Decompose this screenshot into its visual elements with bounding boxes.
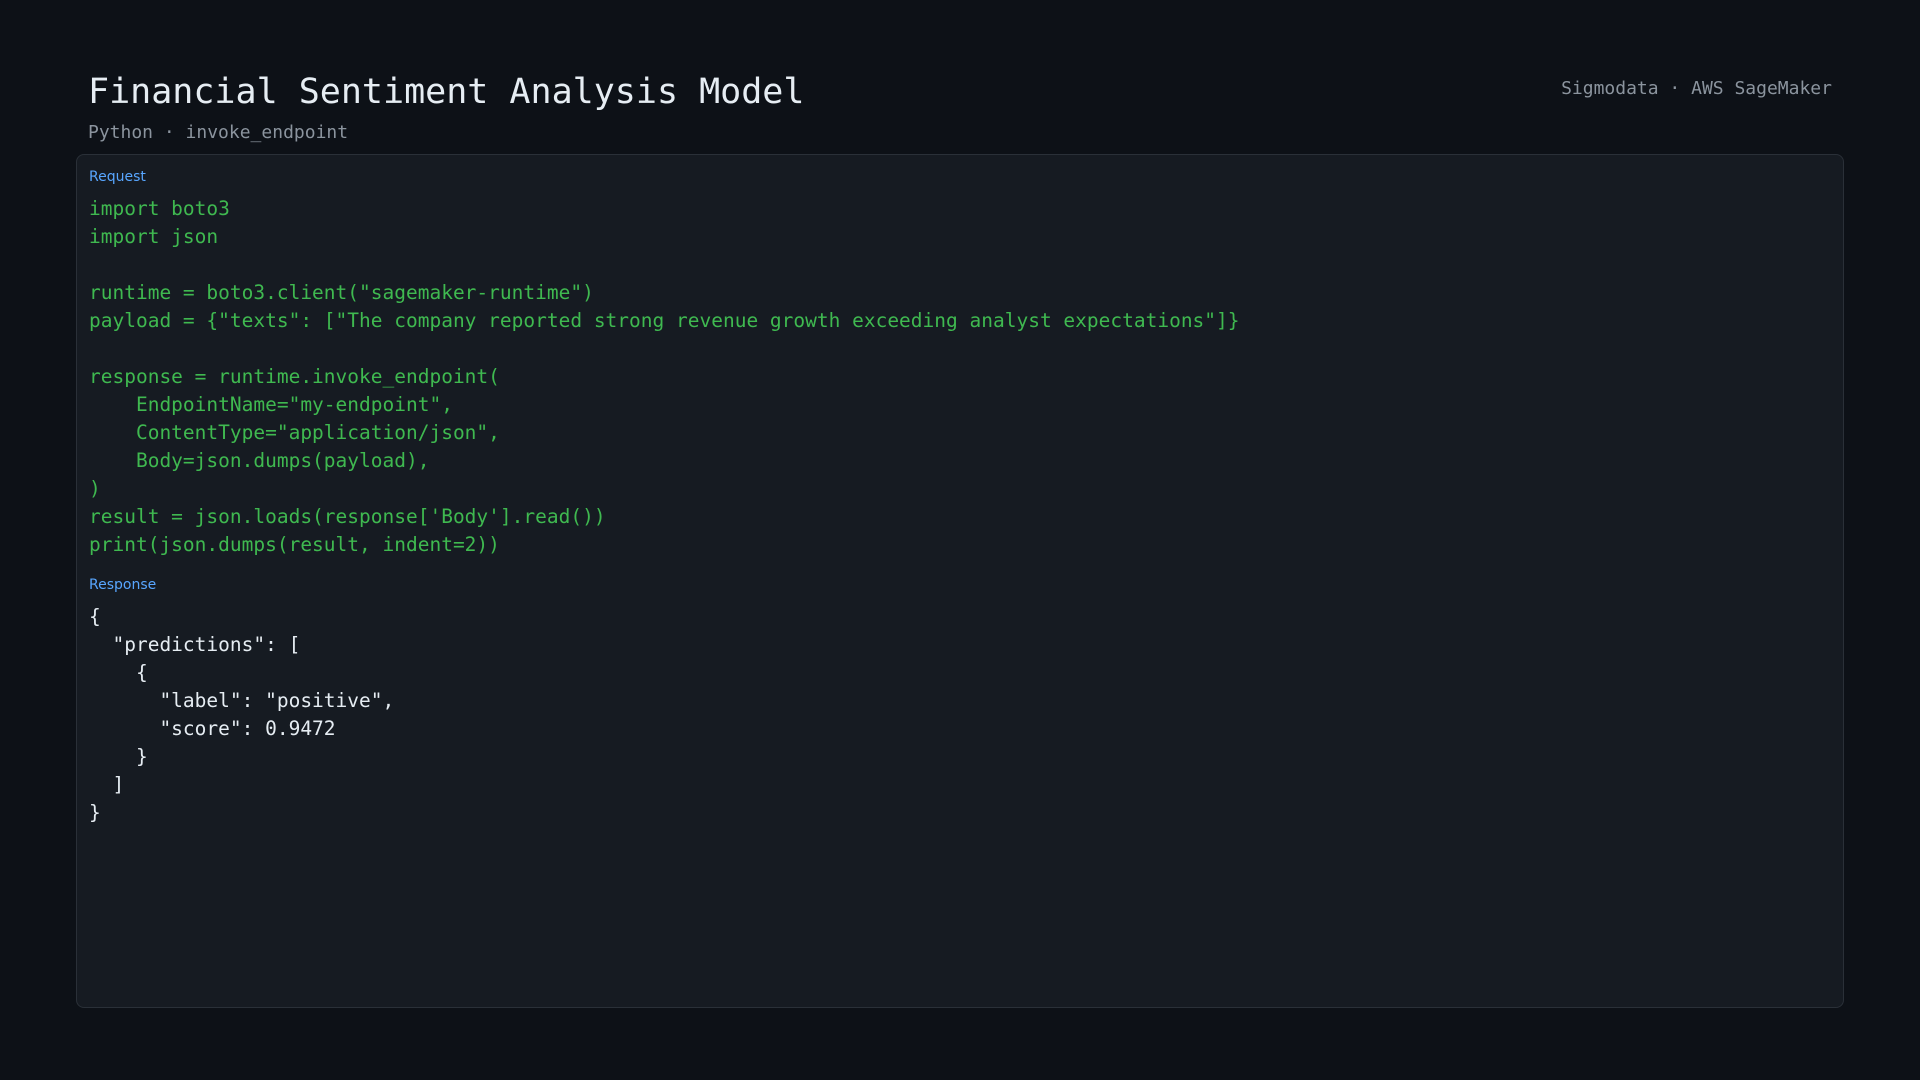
request-code-block: import boto3 import json runtime = boto3… [89,197,1240,556]
page-header: Financial Sentiment Analysis Model Pytho… [88,70,1832,144]
request-section-label: Request [89,169,146,185]
brand-label: Sigmodata · AWS SageMaker [1561,78,1832,99]
page-subtitle: Python · invoke_endpoint [88,122,349,143]
code-panel: Request import boto3 import json runtime… [76,154,1844,1008]
response-section-label: Response [89,577,157,593]
response-code-block: { "predictions": [ { "label": "positive"… [89,605,395,824]
